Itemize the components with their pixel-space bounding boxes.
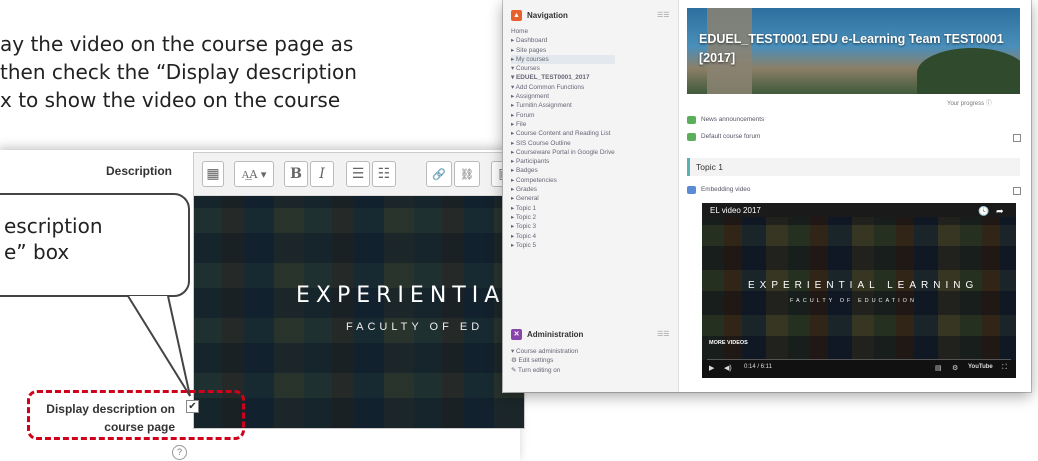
- callout-text: escription e” box: [4, 213, 103, 265]
- embedded-video-player[interactable]: EL video 2017 🕓 ➦ EXPERIENTIAL LEARNING …: [702, 203, 1016, 378]
- toolbar-toggle-button[interactable]: ▦: [202, 161, 224, 187]
- administration-title: Administration: [527, 329, 584, 339]
- unlink-button[interactable]: ⛓: [454, 161, 480, 187]
- navigation-header: ▲ Navigation ☰☰: [511, 7, 670, 23]
- instruction-line-3: x to show the video on the course: [0, 88, 341, 112]
- nav-item[interactable]: ▸ Course Content and Reading List: [511, 129, 615, 138]
- nav-item[interactable]: ▸ Dashboard: [511, 36, 615, 45]
- nav-item[interactable]: ▸ Forum: [511, 111, 615, 120]
- course-title-line-2: [2017]: [699, 51, 736, 65]
- activity-news[interactable]: News announcements: [687, 114, 764, 125]
- activity-label[interactable]: Default course forum: [701, 133, 760, 140]
- page-icon: [687, 185, 696, 194]
- video-title[interactable]: EL video 2017: [710, 206, 761, 215]
- description-label: Description: [105, 164, 172, 178]
- bold-button[interactable]: B: [284, 161, 308, 187]
- moodle-logo-icon: ▲: [511, 9, 522, 21]
- admin-item[interactable]: ✎ Turn editing on: [511, 366, 578, 375]
- admin-item[interactable]: ⚙ Edit settings: [511, 356, 578, 365]
- course-banner: EDUEL_TEST0001 EDU e-Learning Team TEST0…: [687, 8, 1020, 94]
- nav-item[interactable]: ▸ Topic 4: [511, 232, 615, 241]
- font-style-button[interactable]: A͟A ▾: [234, 161, 274, 187]
- nav-item[interactable]: ▾ Courses: [511, 64, 615, 73]
- nav-item[interactable]: ▸ Site pages: [511, 46, 615, 55]
- nav-item[interactable]: ▸ Turnitin Assignment: [511, 101, 615, 110]
- share-icon[interactable]: ➦: [996, 206, 1004, 217]
- moodle-course-screenshot: ▲ Navigation ☰☰ Home ▸ Dashboard ▸ Site …: [503, 0, 1031, 392]
- navigation-block: ▲ Navigation ☰☰ Home ▸ Dashboard ▸ Site …: [503, 0, 679, 392]
- forum-icon: [687, 115, 696, 124]
- instruction-text: ay the video on the course page as then …: [0, 30, 470, 114]
- video-text-faculty: FACULTY OF EDUCATION: [790, 298, 917, 304]
- volume-icon[interactable]: ◀): [724, 364, 732, 372]
- play-icon[interactable]: ▶: [709, 364, 714, 372]
- ordered-list-button[interactable]: ☷: [372, 161, 396, 187]
- nav-item[interactable]: ▸ Grades: [511, 185, 615, 194]
- link-button[interactable]: 🔗: [426, 161, 452, 187]
- nav-item[interactable]: ▸ General: [511, 194, 615, 203]
- subtitles-icon[interactable]: ▤: [935, 364, 942, 372]
- nav-item[interactable]: ▸ Participants: [511, 157, 615, 166]
- editor-image-text-faculty: FACULTY OF ED: [346, 321, 484, 333]
- completion-checkbox[interactable]: [1013, 187, 1021, 195]
- course-title: EDUEL_TEST0001 EDU e-Learning Team TEST0…: [699, 30, 1004, 68]
- administration-header: ✕ Administration ☰☰: [511, 326, 670, 342]
- admin-icon: ✕: [511, 328, 522, 340]
- nav-item[interactable]: Home: [511, 27, 615, 36]
- topic-1-header: Topic 1: [687, 158, 1020, 176]
- watch-later-icon[interactable]: 🕓: [978, 206, 989, 217]
- nav-item[interactable]: ▾ EDUEL_TEST0001_2017: [511, 73, 615, 82]
- display-description-label-line-2: course page: [104, 420, 175, 434]
- nav-item[interactable]: ▸ Badges: [511, 166, 615, 175]
- activity-label[interactable]: Embedding video: [701, 186, 750, 193]
- forum-icon: [687, 132, 696, 141]
- video-time: 0:14 / 6:11: [744, 364, 772, 370]
- nav-item[interactable]: ▸ Assignment: [511, 92, 615, 101]
- completion-checkbox[interactable]: [1013, 134, 1021, 142]
- display-description-label: Display description on course page: [40, 400, 175, 436]
- nav-item[interactable]: ▸ Courseware Portal in Google Drive: [511, 148, 615, 157]
- block-control-icon[interactable]: ☰☰: [657, 11, 670, 19]
- nav-item[interactable]: ▸ Topic 5: [511, 241, 615, 250]
- nav-item[interactable]: ▸ My courses: [511, 54, 615, 65]
- nav-item[interactable]: ▸ Topic 1: [511, 204, 615, 213]
- activity-default-forum[interactable]: Default course forum: [687, 131, 760, 142]
- nav-item[interactable]: ▸ Topic 2: [511, 213, 615, 222]
- fullscreen-icon[interactable]: ⛶: [1002, 364, 1007, 372]
- unordered-list-button[interactable]: ☰: [346, 161, 370, 187]
- editor-image-text-experiential: EXPERIENTIAL: [296, 283, 524, 308]
- nav-item[interactable]: ▸ SIS Course Outline: [511, 139, 615, 148]
- nav-item[interactable]: ▸ Competencies: [511, 176, 615, 185]
- editor-toolbar: ▦ A͟A ▾ B I ☰ ☷ 🔗 ⛓ ▣: [194, 153, 524, 196]
- editor-embedded-image: EXPERIENTIAL FACULTY OF ED: [194, 196, 524, 428]
- course-main-area: EDUEL_TEST0001 EDU e-Learning Team TEST0…: [679, 0, 1031, 392]
- more-videos-label[interactable]: MORE VIDEOS: [709, 340, 748, 346]
- callout-line-1: escription: [4, 214, 103, 238]
- italic-button[interactable]: I: [310, 161, 334, 187]
- navigation-title: Navigation: [527, 10, 568, 20]
- video-control-bar: ▶ ◀) 0:14 / 6:11 ▤ ⚙ YouTube ⛶: [702, 360, 1016, 378]
- block-control-icon[interactable]: ☰☰: [657, 330, 670, 338]
- callout-line-2: e” box: [4, 240, 70, 264]
- description-editor[interactable]: ▦ A͟A ▾ B I ☰ ☷ 🔗 ⛓ ▣ EXPERIENTIAL FACUL…: [193, 152, 525, 429]
- navigation-list: Home ▸ Dashboard ▸ Site pages ▸ My cours…: [511, 27, 615, 250]
- settings-gear-icon[interactable]: ⚙: [952, 364, 958, 372]
- course-title-line-1: EDUEL_TEST0001 EDU e-Learning Team TEST0…: [699, 32, 1004, 46]
- nav-item[interactable]: ▾ Add Common Functions: [511, 83, 615, 92]
- nav-item[interactable]: ▸ Topic 3: [511, 222, 615, 231]
- callout-bubble: escription e” box: [0, 193, 190, 297]
- instruction-line-1: ay the video on the course page as: [0, 32, 354, 56]
- instruction-line-2: then check the “Display description: [0, 60, 357, 84]
- video-text-experiential: EXPERIENTIAL LEARNING: [748, 280, 979, 291]
- admin-item[interactable]: ▾ Course administration: [511, 347, 578, 356]
- progress-label: Your progress ⓘ: [947, 101, 992, 107]
- nav-item[interactable]: ▸ File: [511, 120, 615, 129]
- help-icon[interactable]: ?: [172, 445, 187, 460]
- activity-embedding-video[interactable]: Embedding video: [687, 184, 750, 195]
- display-description-checkbox[interactable]: ✔: [186, 400, 199, 413]
- activity-label[interactable]: News announcements: [701, 116, 764, 123]
- youtube-logo[interactable]: YouTube: [968, 364, 993, 370]
- administration-list: ▾ Course administration ⚙ Edit settings …: [511, 347, 578, 375]
- display-description-label-line-1: Display description on: [46, 402, 175, 416]
